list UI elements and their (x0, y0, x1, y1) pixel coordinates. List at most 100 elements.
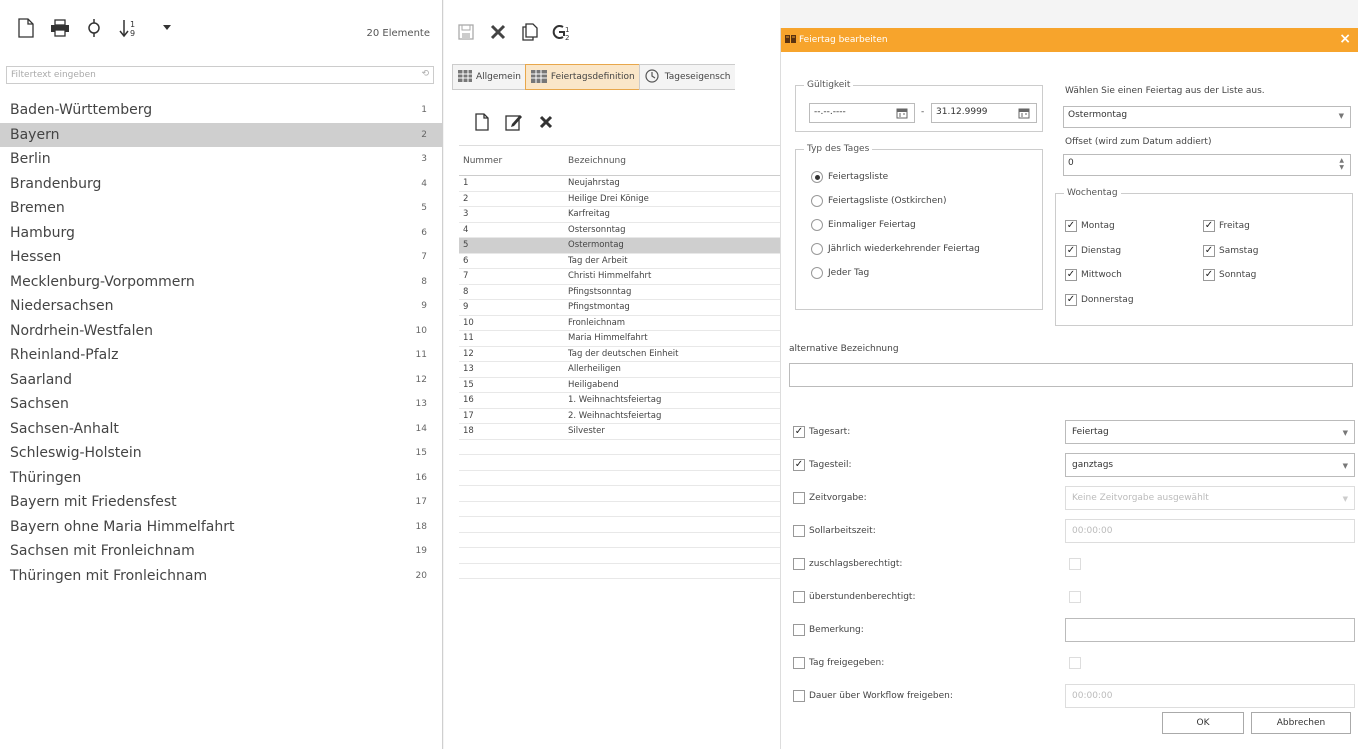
delete-icon[interactable] (488, 22, 508, 42)
calendar-icon[interactable] (1018, 107, 1030, 122)
state-row[interactable]: Bayern mit Friedensfest 17 (0, 490, 443, 515)
clear-filter-icon[interactable]: ⟲ (421, 69, 429, 79)
checkbox-box[interactable] (793, 624, 805, 636)
day-type-radio[interactable]: Feiertagsliste (Ostkirchen) (811, 189, 980, 213)
state-row[interactable]: Rheinland-Pfalz 11 (0, 343, 443, 368)
state-row[interactable]: Bayern 2 (0, 122, 443, 147)
table-row[interactable]: 16 1. Weihnachtsfeiertag (459, 393, 780, 409)
radio-circle[interactable] (811, 219, 823, 231)
state-row[interactable]: Sachsen mit Fronleichnam 19 (0, 539, 443, 564)
cancel-button[interactable]: Abbrechen (1251, 712, 1351, 734)
checkbox-box[interactable]: ✓ (793, 426, 805, 438)
stepper-arrows-icon[interactable]: ▲ ▼ (1339, 157, 1344, 171)
weekday-checkbox[interactable]: ✓ Mittwoch (1065, 263, 1134, 288)
copy-icon[interactable] (520, 22, 540, 42)
table-row[interactable]: 9 Pfingstmontag (459, 300, 780, 316)
table-row[interactable]: 10 Fronleichnam (459, 316, 780, 331)
state-row[interactable]: Thüringen 16 (0, 466, 443, 491)
property-value-checkbox[interactable] (1069, 558, 1081, 570)
state-row[interactable]: Hamburg 6 (0, 221, 443, 246)
new-document-icon[interactable] (472, 112, 492, 132)
table-row[interactable]: 3 Karfreitag (459, 207, 780, 223)
checkbox-box[interactable] (793, 492, 805, 504)
table-row[interactable]: 8 Pfingstsonntag (459, 285, 780, 300)
chevron-down-icon[interactable] (162, 17, 172, 39)
table-row[interactable]: 4 Ostersonntag (459, 223, 780, 238)
state-row[interactable]: Sachsen-Anhalt 14 (0, 417, 443, 442)
checkbox-box[interactable] (793, 657, 805, 669)
weekday-checkbox[interactable]: ✓ Donnerstag (1065, 288, 1134, 313)
radio-circle[interactable] (811, 267, 823, 279)
column-header-nummer[interactable]: Nummer (459, 156, 568, 166)
property-checkbox[interactable]: ✓ Tagesteil: (793, 459, 852, 471)
property-value-checkbox[interactable] (1069, 657, 1081, 669)
state-row[interactable]: Berlin 3 (0, 147, 443, 172)
property-checkbox[interactable]: Bemerkung: (793, 624, 864, 636)
day-type-radio[interactable]: Feiertagsliste (811, 165, 980, 189)
checkbox-box[interactable] (793, 690, 805, 702)
property-checkbox[interactable]: Dauer über Workflow freigeben: (793, 690, 953, 702)
table-row[interactable]: 15 Heiligabend (459, 378, 780, 393)
checkbox-box[interactable]: ✓ (1065, 220, 1077, 233)
new-document-icon[interactable] (16, 17, 36, 39)
day-type-radio[interactable]: Jeder Tag (811, 261, 980, 285)
table-row[interactable]: 18 Silvester (459, 424, 780, 440)
checkbox-box[interactable]: ✓ (1203, 244, 1215, 257)
tab-allgemein[interactable]: Allgemein (452, 64, 526, 90)
table-row[interactable]: 11 Maria Himmelfahrt (459, 331, 780, 347)
checkbox-box[interactable]: ✓ (793, 459, 805, 471)
table-row[interactable]: 13 Allerheiligen (459, 362, 780, 378)
table-row[interactable]: 17 2. Weihnachtsfeiertag (459, 409, 780, 424)
weekday-checkbox[interactable]: ✓ Samstag (1203, 239, 1258, 264)
day-type-radio[interactable]: Einmaliger Feiertag (811, 213, 980, 237)
tab-tageseigenschaften[interactable]: Tageseigensch (638, 64, 735, 90)
checkbox-box[interactable]: ✓ (1065, 269, 1077, 282)
table-row[interactable]: 12 Tag der deutschen Einheit (459, 347, 780, 362)
tab-feiertagsdefinition[interactable]: Feiertagsdefinition (524, 64, 640, 90)
offset-stepper[interactable]: 0 ▲ ▼ (1063, 154, 1351, 176)
checkbox-box[interactable] (793, 591, 805, 603)
print-icon[interactable] (50, 17, 70, 39)
filter-input[interactable]: Filtertext eingeben ⟲ (6, 66, 434, 84)
delete-icon[interactable] (536, 112, 556, 132)
state-row[interactable]: Sachsen 13 (0, 392, 443, 417)
state-row[interactable]: Brandenburg 4 (0, 172, 443, 197)
state-row[interactable]: Schleswig-Holstein 15 (0, 441, 443, 466)
property-value-field[interactable] (1065, 618, 1355, 642)
checkbox-box[interactable] (793, 525, 805, 537)
checkbox-box[interactable] (793, 558, 805, 570)
state-row[interactable]: Bayern ohne Maria Himmelfahrt 18 (0, 515, 443, 540)
save-icon[interactable] (456, 22, 476, 42)
checkbox-box[interactable]: ✓ (1065, 293, 1077, 306)
alt-name-input[interactable] (789, 363, 1353, 387)
table-row[interactable]: 5 Ostermontag (459, 238, 780, 254)
state-row[interactable]: Niedersachsen 9 (0, 294, 443, 319)
checkbox-box[interactable]: ✓ (1065, 244, 1077, 257)
property-checkbox[interactable]: Zeitvorgabe: (793, 492, 867, 504)
edit-icon[interactable] (504, 112, 524, 132)
property-checkbox[interactable]: zuschlagsberechtigt: (793, 558, 902, 570)
close-icon[interactable]: × (1339, 31, 1351, 47)
state-row[interactable]: Baden-Württemberg 1 (0, 98, 443, 123)
weekday-checkbox[interactable]: ✓ Sonntag (1203, 263, 1258, 288)
state-row[interactable]: Thüringen mit Fronleichnam 20 (0, 564, 443, 589)
date-to-field[interactable]: 31.12.9999 (931, 103, 1037, 123)
state-row[interactable]: Bremen 5 (0, 196, 443, 221)
calendar-icon[interactable] (896, 107, 908, 122)
radio-circle[interactable] (811, 195, 823, 207)
column-header-bezeichnung[interactable]: Bezeichnung (568, 156, 780, 166)
weekday-checkbox[interactable]: ✓ Freitag (1203, 214, 1258, 239)
table-row[interactable]: 6 Tag der Arbeit (459, 254, 780, 269)
property-value-checkbox[interactable] (1069, 591, 1081, 603)
day-type-radio[interactable]: Jährlich wiederkehrender Feiertag (811, 237, 980, 261)
state-row[interactable]: Saarland 12 (0, 368, 443, 393)
filter-icon[interactable] (84, 17, 104, 39)
property-value-field[interactable]: ganztags ▼ (1065, 453, 1355, 477)
property-checkbox[interactable]: ✓ Tagesart: (793, 426, 850, 438)
sort-icon[interactable]: 19 (118, 17, 148, 39)
checkbox-box[interactable]: ✓ (1203, 269, 1215, 282)
property-checkbox[interactable]: Sollarbeitszeit: (793, 525, 876, 537)
state-row[interactable]: Nordrhein-Westfalen 10 (0, 319, 443, 344)
ok-button[interactable]: OK (1162, 712, 1244, 734)
checkbox-box[interactable]: ✓ (1203, 220, 1215, 233)
